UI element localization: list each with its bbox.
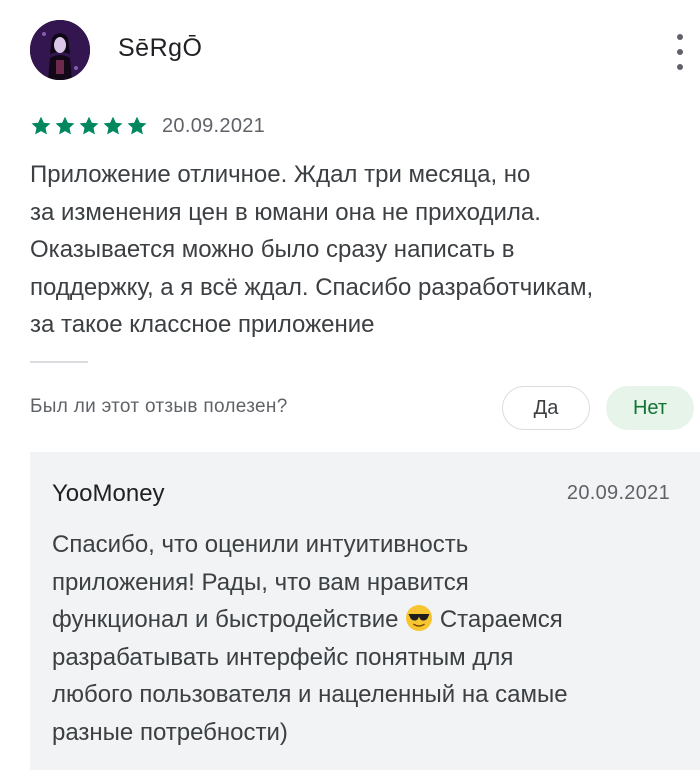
reply-date: 20.09.2021 [566,482,670,504]
review-date: 20.09.2021 [162,114,266,137]
star-icon [31,116,51,135]
more-dot [677,49,683,55]
review-card: SēRgŌ 20.09.2021 Приложение отличное. Жд… [0,0,700,770]
developer-reply: YooMoney 20.09.2021 Спасибо, что оценили… [30,452,700,770]
star-rating [30,115,148,137]
star-icon [127,116,147,135]
helpful-question: Был ли этот отзыв полезен? [30,396,288,417]
more-vert-icon[interactable] [666,34,694,70]
more-dot [677,34,683,40]
developer-name: YooMoney [52,480,165,507]
review-text: Приложение отличное. Ждал три месяца, но… [30,161,594,338]
helpful-no-button[interactable]: Нет [606,386,694,430]
star-icon [79,116,99,135]
helpful-yes-button[interactable]: Да [502,386,590,430]
star-icon [55,116,75,135]
rating-row: 20.09.2021 [30,112,265,140]
sunglasses-emoji-icon [406,605,433,631]
review-author-name: SēRgŌ [118,34,203,62]
star-icon [103,116,123,135]
divider [30,361,88,363]
avatar-image [30,20,90,80]
more-dot [677,64,683,70]
reply-text: Спасибо, что оценили интуитивность прило… [52,526,672,751]
user-avatar[interactable] [30,20,90,80]
